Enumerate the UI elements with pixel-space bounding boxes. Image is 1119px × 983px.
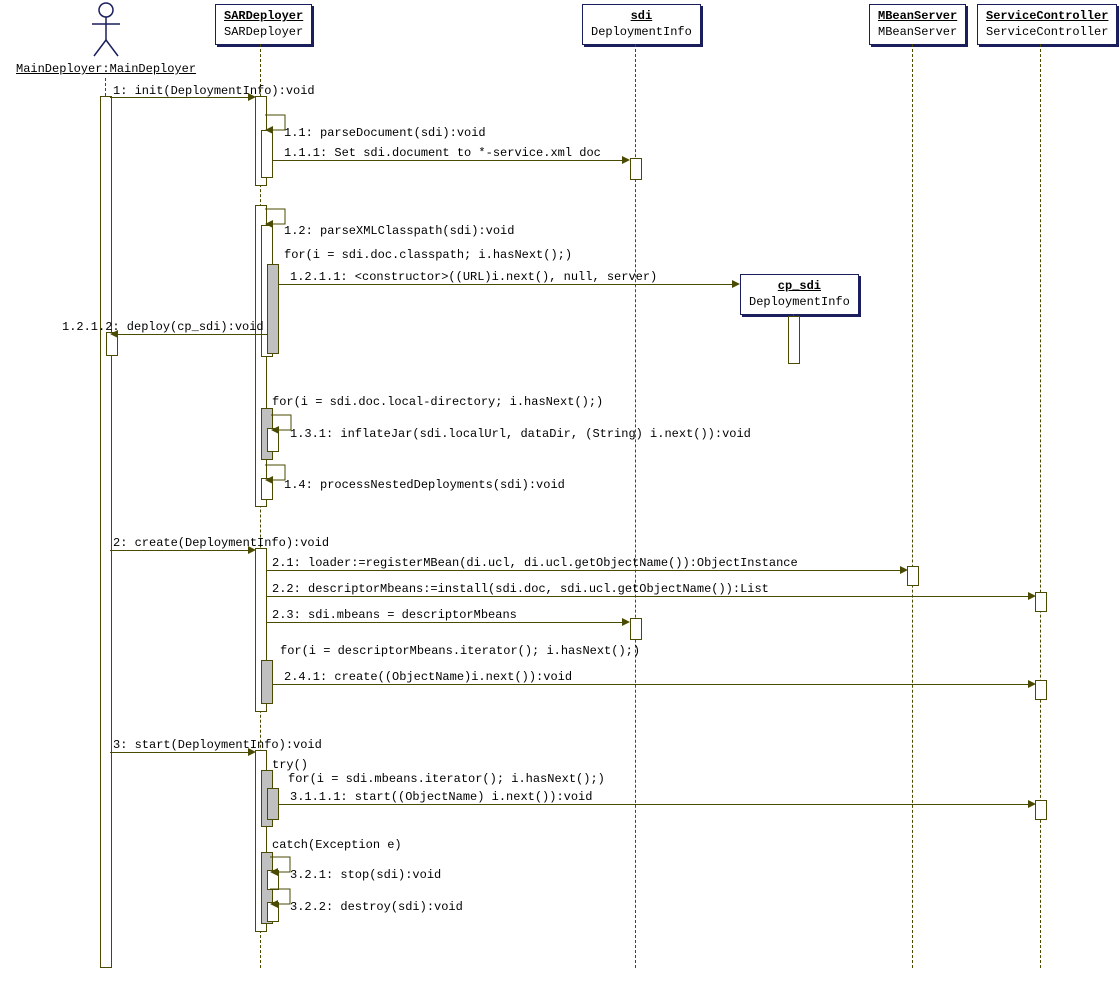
lifeline-mbeanserver [912,44,913,968]
arrow-head-3111 [1028,800,1036,808]
msg-2-4-1: 2.4.1: create((ObjectName)i.next()):void [284,670,572,684]
participant-name: ServiceController [986,9,1108,25]
arrow-1 [110,97,250,98]
activation-cpsdi [788,316,800,364]
msg-1-1-1: 1.1.1: Set sdi.document to *-service.xml… [284,146,601,160]
msg-3-1-1-1: 3.1.1.1: start((ObjectName) i.next()):vo… [290,790,592,804]
arrow-head-241 [1028,680,1036,688]
msg-2-3: 2.3: sdi.mbeans = descriptorMbeans [272,608,517,622]
participant-sardeployer: SARDeployer SARDeployer [215,4,312,45]
arrow-head-3 [248,748,256,756]
arrow-head-1 [248,93,256,101]
activation-sc-3-1-1-1 [1035,800,1047,820]
msg-2-2: 2.2: descriptorMbeans:=install(sdi.doc, … [272,582,769,596]
msg-2-1: 2.1: loader:=registerMBean(di.ucl, di.uc… [272,556,798,570]
arrow-head-2-2 [1028,592,1036,600]
activation-actor-1 [100,96,112,968]
participant-name: SARDeployer [224,9,303,25]
participant-type: DeploymentInfo [749,295,850,311]
msg-3: 3: start(DeploymentInfo):void [113,738,322,752]
arrow-2-3 [266,622,624,623]
arrow-2-4-1 [272,684,1030,685]
participant-type: SARDeployer [224,25,303,41]
participant-mbeanserver: MBeanServer MBeanServer [869,4,966,45]
msg-2: 2: create(DeploymentInfo):void [113,536,329,550]
participant-name: cp_sdi [749,279,850,295]
arrow-head-1212 [110,330,118,338]
msg-1-2-1-1: 1.2.1.1: <constructor>((URL)i.next(), nu… [290,270,657,284]
participant-cpsdi: cp_sdi DeploymentInfo [740,274,859,315]
arrow-1-2-1-2 [117,334,267,335]
arrow-head-1-1-1 [622,156,630,164]
label-loop1: for(i = sdi.doc.classpath; i.hasNext();) [284,248,572,262]
arrow-1-1-1 [272,160,624,161]
activation-sdi-2-3 [630,618,642,640]
arrow-3 [110,752,250,753]
msg-1-1: 1.1: parseDocument(sdi):void [284,126,486,140]
actor-maindeployer: MainDeployer:MainDeployer [16,0,196,76]
arrow-1-2-1-1 [278,284,734,285]
arrow-2-2 [266,596,1030,597]
label-loop-start: for(i = sdi.mbeans.iterator(); i.hasNext… [288,772,605,786]
arrow-head-2 [248,546,256,554]
label-loop-create: for(i = descriptorMbeans.iterator(); i.h… [280,644,640,658]
activation-sdi-1-1-1 [630,158,642,180]
msg-1-2-1-2: 1.2.1.2: deploy(cp_sdi):void [62,320,264,334]
activation-sc-2-2 [1035,592,1047,612]
arrow-head-2-1 [900,566,908,574]
msg-1-4: 1.4: processNestedDeployments(sdi):void [284,478,565,492]
participant-name: sdi [591,9,692,25]
arrow-head-2-3 [622,618,630,626]
participant-name: MBeanServer [878,9,957,25]
lifeline-sdi [635,44,636,968]
arrow-2-1 [266,570,902,571]
arrow-head-1211 [732,280,740,288]
arrow-2 [110,550,250,551]
participant-servicecontroller: ServiceController ServiceController [977,4,1117,45]
activation-sar-2-4 [261,660,273,704]
msg-1: 1: init(DeploymentInfo):void [113,84,315,98]
msg-3-2-2: 3.2.2: destroy(sdi):void [290,900,463,914]
participant-type: DeploymentInfo [591,25,692,41]
participant-type: MBeanServer [878,25,957,41]
actor-label: MainDeployer:MainDeployer [16,62,196,76]
msg-3-2-1: 3.2.1: stop(sdi):void [290,868,441,882]
activation-sc-2-4-1 [1035,680,1047,700]
label-try: try() [272,758,308,772]
activation-mbean-2-1 [907,566,919,586]
actor-icon [86,0,126,60]
msg-1-2: 1.2: parseXMLClasspath(sdi):void [284,224,514,238]
activation-sar-loop1 [267,264,279,354]
label-loop2: for(i = sdi.doc.local-directory; i.hasNe… [272,395,603,409]
participant-type: ServiceController [986,25,1108,41]
msg-1-3-1: 1.3.1: inflateJar(sdi.localUrl, dataDir,… [290,427,751,441]
participant-sdi: sdi DeploymentInfo [582,4,701,45]
label-catch: catch(Exception e) [272,838,402,852]
lifeline-servicecontroller [1040,44,1041,968]
arrow-3111 [278,804,1030,805]
